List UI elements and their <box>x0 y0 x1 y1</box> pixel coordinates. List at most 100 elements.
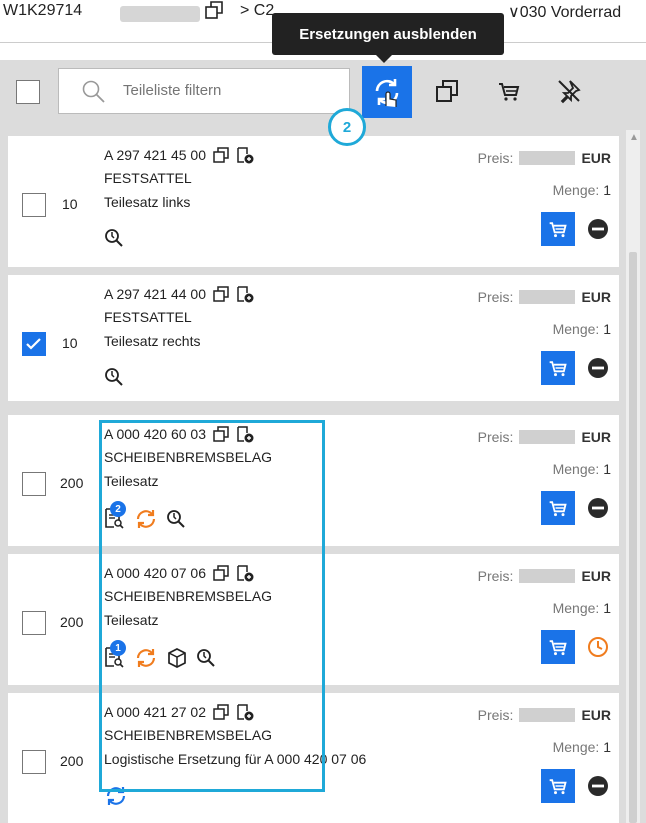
clock-icon[interactable] <box>587 636 609 658</box>
breadcrumb-vin[interactable]: W1K29714 <box>3 2 82 20</box>
part-number-row: A 297 421 44 00 <box>104 285 254 303</box>
part-name: FESTSATTEL <box>104 170 192 186</box>
replacements-toggle-button[interactable] <box>362 66 412 118</box>
part-number: A 000 421 27 02 <box>104 704 206 720</box>
copy-icon[interactable] <box>212 703 230 721</box>
replacement-icon[interactable] <box>134 508 158 530</box>
part-quantity: 10 <box>62 335 78 351</box>
remove-icon[interactable] <box>587 357 609 379</box>
copy-icon[interactable] <box>212 425 230 443</box>
copy-icon[interactable] <box>204 0 224 25</box>
price-row: Preis: EUR <box>478 568 611 584</box>
part-search-icon[interactable] <box>104 367 124 387</box>
part-number: A 297 421 45 00 <box>104 147 206 163</box>
price-row: Preis: EUR <box>478 289 611 305</box>
scroll-up-icon[interactable]: ▲ <box>629 132 639 143</box>
price-label: Preis: <box>477 568 514 584</box>
add-to-cart-button[interactable] <box>541 630 575 664</box>
part-number-row: A 000 420 07 06 <box>104 564 254 582</box>
copy-icon[interactable] <box>212 146 230 164</box>
quantity-row: Menge: 1 <box>553 600 611 616</box>
quantity-row: Menge: 1 <box>553 182 611 198</box>
redacted-text <box>120 6 200 22</box>
part-number: A 000 420 60 03 <box>104 426 206 442</box>
documents-button[interactable]: 1 <box>104 640 126 670</box>
part-checkbox[interactable] <box>22 611 46 635</box>
redacted-price <box>519 151 576 165</box>
add-to-cart-button[interactable] <box>541 769 575 803</box>
part-name: SCHEIBENBREMSBELAG <box>104 727 273 743</box>
price-row: Preis: EUR <box>478 429 611 445</box>
part-checkbox[interactable] <box>22 332 46 356</box>
price-row: Preis: EUR <box>478 150 611 166</box>
part-description: Logistische Ersetzung für A 000 420 07 0… <box>104 751 367 767</box>
remove-icon[interactable] <box>587 775 609 797</box>
quantity-row: Menge: 1 <box>553 461 611 477</box>
quantity-value: 1 <box>603 600 611 616</box>
breadcrumb-item-current[interactable]: ∨030 Vorderrad <box>508 2 621 22</box>
package-icon[interactable] <box>166 647 188 669</box>
add-note-icon[interactable] <box>236 425 254 443</box>
replacement-icon[interactable] <box>134 647 158 669</box>
part-icons <box>104 228 124 248</box>
part-search-icon[interactable] <box>166 509 186 529</box>
quantity-label: Menge: <box>552 461 600 477</box>
cart-icon <box>549 501 567 517</box>
unpin-button[interactable] <box>552 74 586 108</box>
add-to-cart-button[interactable] <box>541 491 575 525</box>
copy-icon[interactable] <box>212 564 230 582</box>
part-icons <box>104 785 128 807</box>
add-note-icon[interactable] <box>236 285 254 303</box>
part-number-row: A 000 421 27 02 <box>104 703 254 721</box>
copy-icon[interactable] <box>212 285 230 303</box>
part-number: A 000 420 07 06 <box>104 565 206 581</box>
part-card: 10 A 297 421 44 00 FESTSATTEL Teilesatz … <box>8 275 619 401</box>
price-currency: EUR <box>581 289 611 305</box>
scrollbar-thumb[interactable] <box>629 252 637 823</box>
documents-button[interactable]: 2 <box>104 501 126 531</box>
breadcrumb-item[interactable]: > C2 <box>240 2 274 20</box>
filter-field[interactable] <box>58 68 350 114</box>
price-currency: EUR <box>581 568 611 584</box>
search-icon <box>82 80 105 103</box>
part-checkbox[interactable] <box>22 193 46 217</box>
part-search-icon[interactable] <box>196 648 216 668</box>
add-note-icon[interactable] <box>236 703 254 721</box>
add-note-icon[interactable] <box>236 146 254 164</box>
scrollbar[interactable]: ▲ <box>626 130 640 823</box>
copy-button[interactable] <box>430 74 464 108</box>
part-quantity: 10 <box>62 196 78 212</box>
redacted-price <box>519 430 576 444</box>
add-note-icon[interactable] <box>236 564 254 582</box>
cart-icon <box>499 83 520 101</box>
part-icons: 2 <box>104 501 186 531</box>
part-checkbox[interactable] <box>22 750 46 774</box>
price-row: Preis: EUR <box>478 707 611 723</box>
price-label: Preis: <box>477 289 514 305</box>
part-icons <box>104 367 124 387</box>
price-currency: EUR <box>581 707 611 723</box>
remove-icon[interactable] <box>587 497 609 519</box>
unpin-icon <box>558 80 581 104</box>
add-to-cart-button[interactable] <box>541 351 575 385</box>
part-name: FESTSATTEL <box>104 309 192 325</box>
part-description: Teilesatz <box>104 473 159 489</box>
documents-count-badge: 2 <box>110 501 126 517</box>
remove-icon[interactable] <box>587 218 609 240</box>
select-all-checkbox[interactable] <box>16 80 40 104</box>
add-all-to-cart-button[interactable] <box>492 74 526 108</box>
part-search-icon[interactable] <box>104 228 124 248</box>
logistic-replacement-icon[interactable] <box>104 785 128 807</box>
part-number-row: A 000 420 60 03 <box>104 425 254 443</box>
redacted-price <box>519 569 576 583</box>
add-to-cart-button[interactable] <box>541 212 575 246</box>
part-icons: 1 <box>104 640 216 670</box>
cart-icon <box>549 779 567 795</box>
checkmark-icon <box>26 338 41 350</box>
copy-icon <box>436 80 458 102</box>
quantity-label: Menge: <box>552 321 600 337</box>
replacements-toggle-icon <box>375 79 399 107</box>
filter-input[interactable] <box>121 81 325 100</box>
redacted-price <box>519 708 576 722</box>
part-checkbox[interactable] <box>22 472 46 496</box>
